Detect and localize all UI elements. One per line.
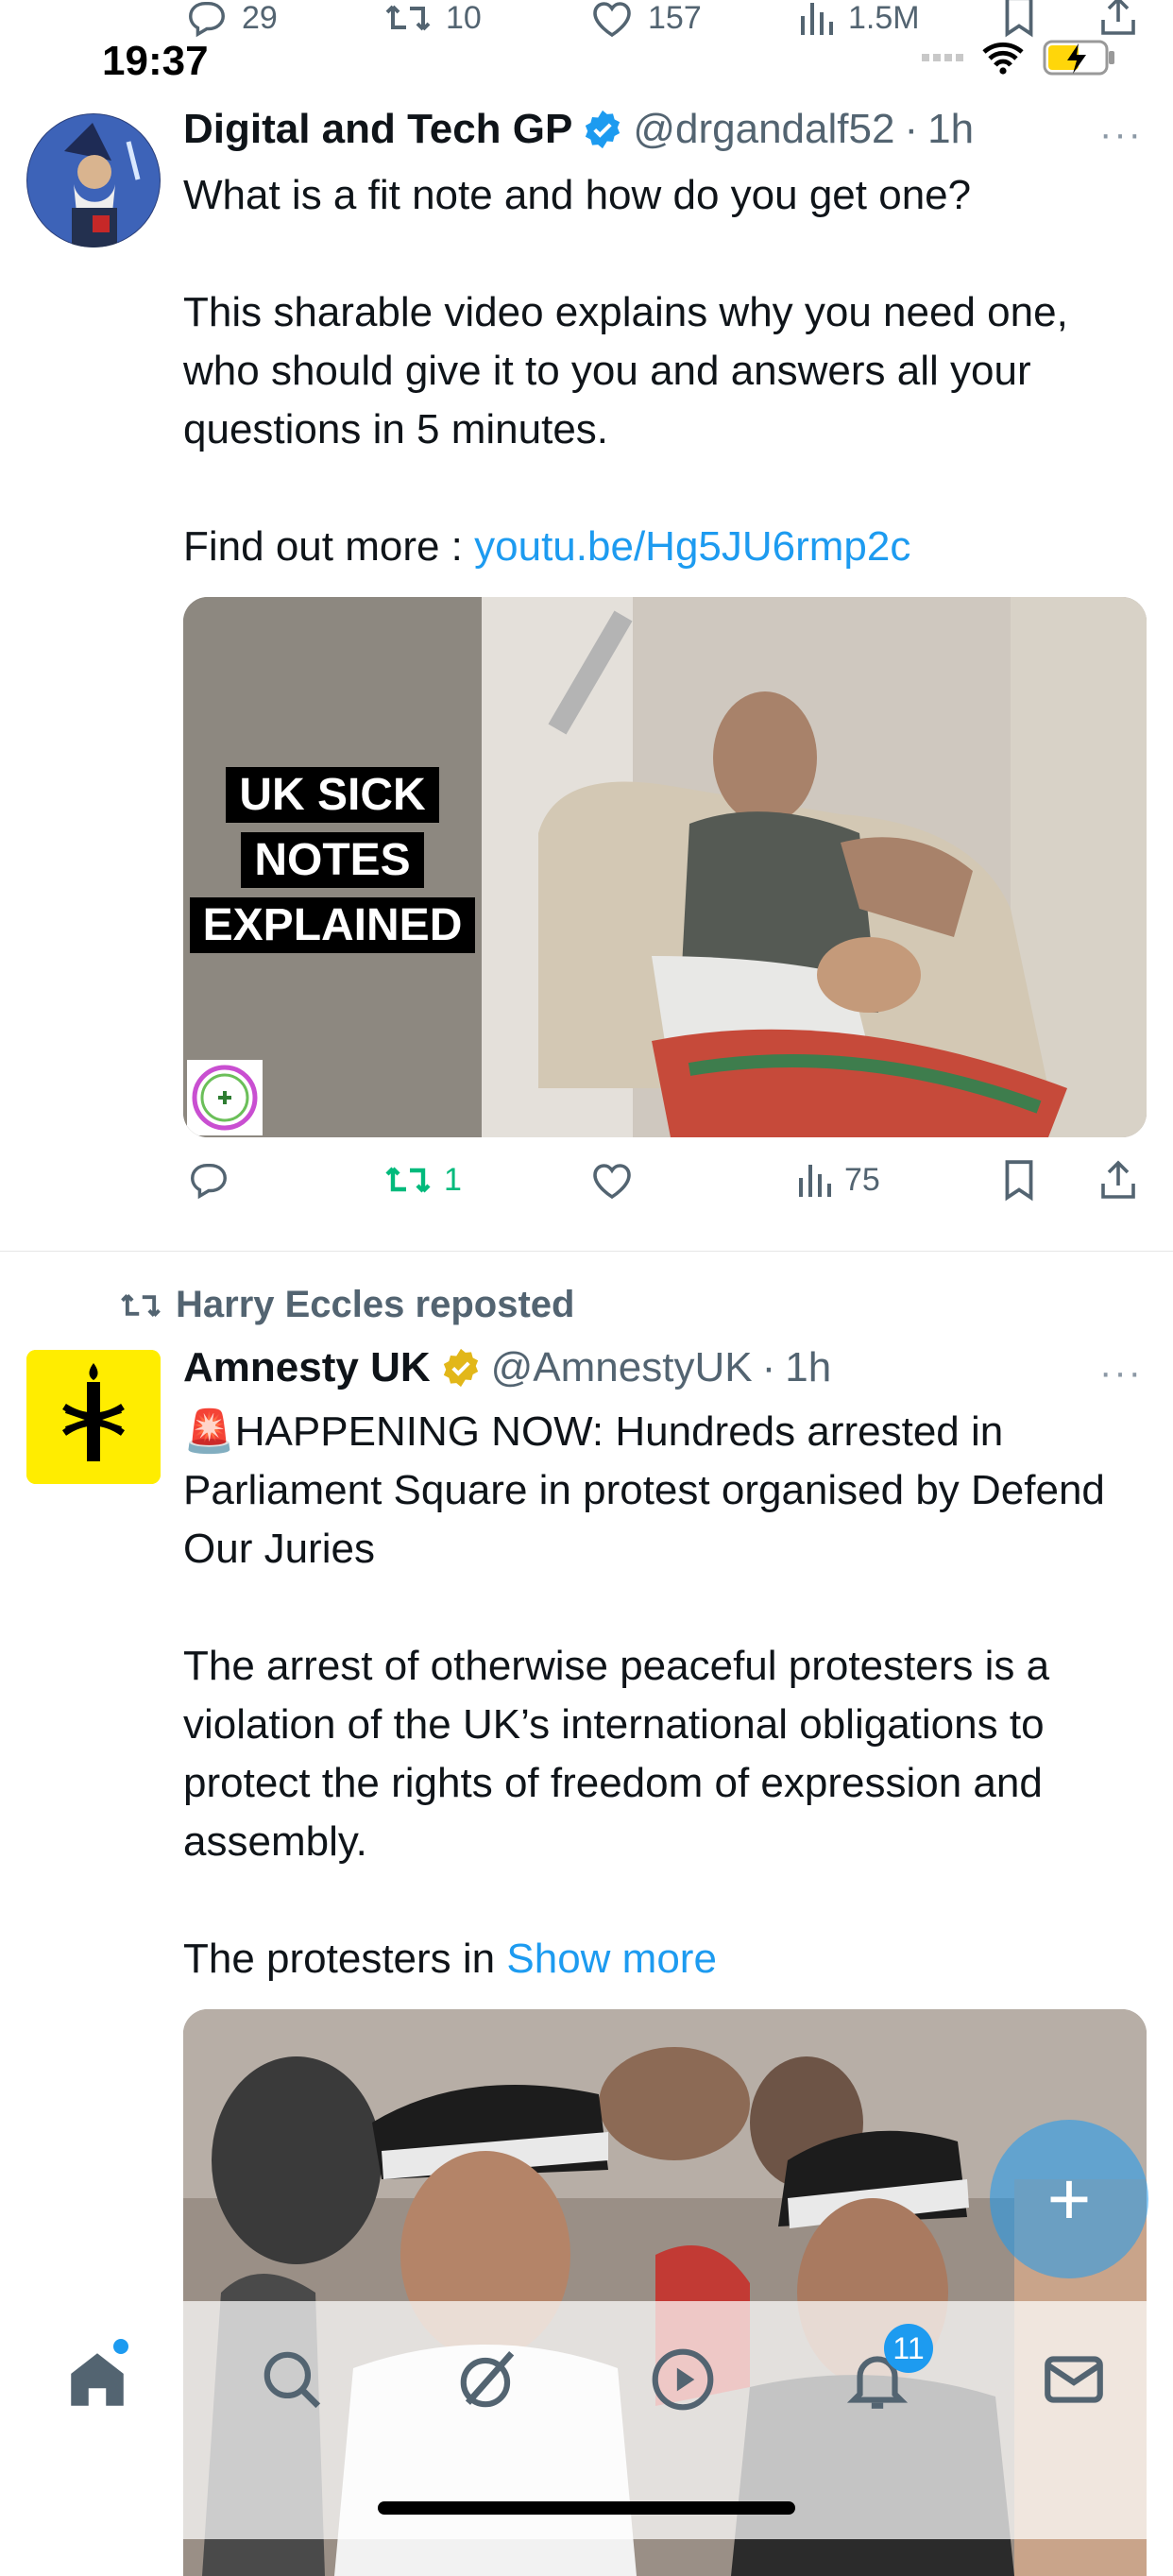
views-count: 1.5M [848,0,920,36]
plus-icon: + [1046,2157,1092,2241]
views-count: 75 [844,1161,880,1198]
like-button[interactable] [589,1158,646,1202]
tweet-link-line: Find out more : youtu.be/Hg5JU6rmp2c [183,518,1147,576]
views-icon [799,1165,831,1197]
handle[interactable]: @drgandalf52 [633,106,894,153]
thumbnail-caption: UK SICK NOTES EXPLAINED [183,767,482,953]
battery-charging-icon [1043,40,1114,76]
tweet-paragraph: What is a fit note and how do you get on… [183,172,972,218]
grok-icon [460,2351,515,2408]
nav-home[interactable] [62,2339,132,2414]
timestamp[interactable]: 1h [785,1344,831,1391]
more-options-button[interactable]: ··· [1099,1352,1143,1394]
caption-line: UK SICK [226,767,439,823]
tweet-text: 🚨HAPPENING NOW: Hundreds arrested in Par… [183,1403,1147,1988]
verified-badge-icon [586,110,620,149]
views-icon [801,3,833,35]
tweet-media-video-thumbnail[interactable]: UK SICK NOTES EXPLAINED [183,597,1147,1137]
home-unread-dot [113,2339,128,2354]
repost-context[interactable]: Harry Eccles reposted [119,1284,574,1326]
tweet-digital-tech-gp[interactable]: Digital and Tech GP @drgandalf52 · 1h ··… [0,79,1173,1251]
nav-search[interactable] [257,2345,327,2414]
views-button[interactable]: 75 [795,1158,880,1202]
reply-icon [191,1163,227,1200]
nav-messages[interactable] [1039,2345,1109,2414]
avatar[interactable] [26,1350,161,1484]
repost-count: 1 [444,1161,462,1198]
channel-logo-icon [192,1065,258,1131]
nav-video[interactable] [648,2345,718,2414]
status-icons [922,40,1116,76]
tweet-header: Digital and Tech GP @drgandalf52 · 1h [183,106,974,153]
tweet-text: What is a fit note and how do you get on… [183,166,1147,576]
person-with-leg-cast-image [482,597,1147,1137]
tweet-truncated-line: The protesters in Show more [183,1930,1147,1988]
share-icon[interactable] [1097,0,1139,38]
truncated-text: The protesters in [183,1936,507,1982]
notification-badge: 11 [884,2324,933,2373]
like-button[interactable]: 157 [589,0,702,40]
reply-count: 29 [242,0,278,36]
tweet-paragraph: 🚨HAPPENING NOW: Hundreds arrested in Par… [183,1408,1105,1572]
home-indicator [378,2501,795,2515]
reposted-by-label: Harry Eccles reposted [176,1284,575,1325]
like-count: 157 [648,0,702,36]
repost-count: 10 [446,0,482,36]
tweet-paragraph: The arrest of otherwise peaceful protest… [183,1643,1050,1865]
views-button[interactable]: 1.5M [797,0,920,40]
search-icon [264,2351,321,2409]
repost-button[interactable]: 1 [383,1158,462,1202]
tweet-paragraph: This sharable video explains why you nee… [183,289,1068,452]
wifi-icon [982,42,1024,75]
status-time: 19:37 [102,38,209,84]
display-name[interactable]: Digital and Tech GP [183,106,572,153]
repost-icon [385,1167,431,1193]
tweet-header: Amnesty UK @AmnestyUK · 1h [183,1344,831,1391]
messages-icon [1045,2356,1103,2403]
separator: · [904,106,919,152]
verified-gold-badge-icon [443,1348,478,1388]
link-prefix: Find out more : [183,523,475,570]
nav-grok[interactable] [453,2345,523,2414]
signal-icon [922,54,963,61]
reply-button[interactable]: 29 [185,0,278,40]
video-icon [652,2348,714,2411]
heart-icon [593,1164,631,1200]
tweet-action-bar: 1 75 [183,1158,1147,1215]
bookmark-icon[interactable] [999,0,1039,38]
display-name[interactable]: Amnesty UK [183,1344,431,1391]
repost-button[interactable]: 10 [383,0,482,40]
youtube-link[interactable]: youtu.be/Hg5JU6rmp2c [474,523,910,570]
separator: · [761,1344,776,1390]
caption-line: NOTES [241,832,424,888]
repost-icon [121,1293,161,1317]
show-more-link[interactable]: Show more [506,1936,717,1982]
amnesty-candle-logo-icon [26,1350,161,1484]
heart-icon [593,2,631,38]
bookmark-icon[interactable] [999,1158,1039,1202]
compose-tweet-button[interactable]: + [990,2120,1148,2278]
wizard-avatar-image [26,113,161,247]
repost-icon [385,5,431,31]
previous-tweet-action-bar: 29 10 157 1.5M 19:37 [0,0,1173,84]
home-icon [71,2353,124,2406]
caption-line: EXPLAINED [189,897,476,953]
reply-button[interactable] [187,1158,242,1202]
more-options-button[interactable]: ··· [1099,113,1143,156]
timestamp[interactable]: 1h [927,106,974,153]
reply-icon [189,1,225,38]
handle[interactable]: @AmnestyUK [491,1344,753,1391]
channel-logo [187,1060,263,1135]
share-icon[interactable] [1097,1158,1139,1202]
avatar[interactable] [26,113,161,247]
nav-notifications[interactable]: 11 [842,2324,933,2414]
